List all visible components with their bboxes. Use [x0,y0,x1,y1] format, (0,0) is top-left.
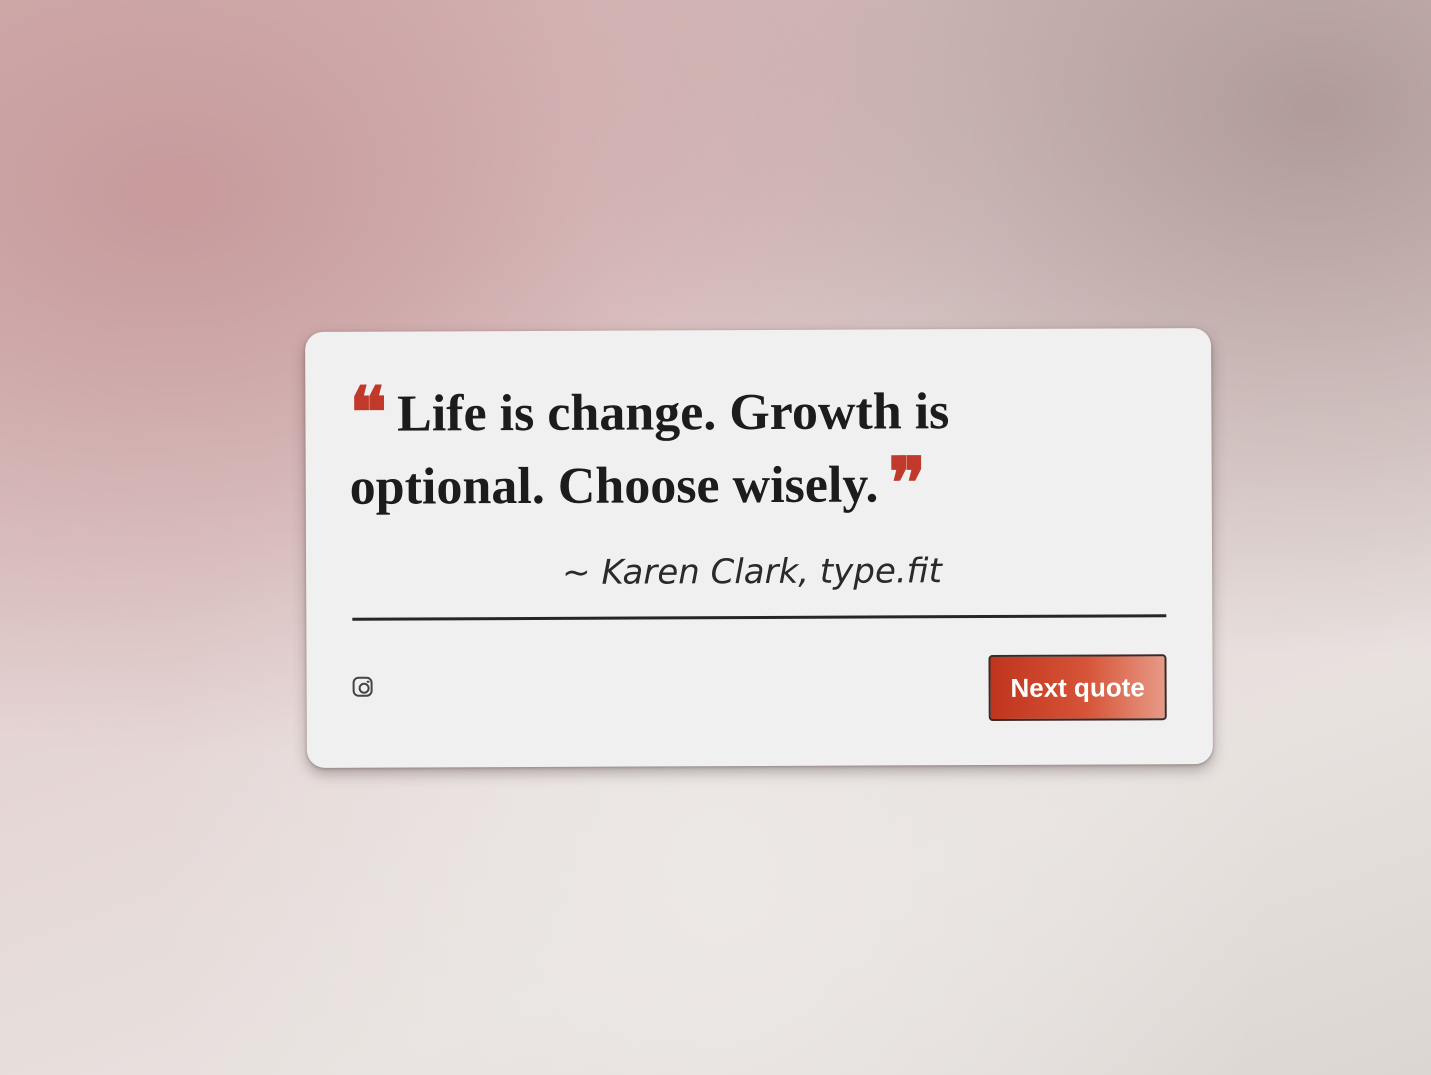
quote-text: Life is change. Growth is optional. Choo… [349,383,950,516]
close-quote-icon: ❞ [888,441,921,525]
quote-author: ~ Karen Clark, type.fit [562,551,943,593]
open-quote-icon: ❝ [349,370,382,454]
quote-text-block: ❝ Life is change. Growth is optional. Cho… [349,370,1090,525]
quote-card: ❝ Life is change. Growth is optional. Cho… [305,328,1213,768]
instagram-icon[interactable] [352,676,373,697]
divider [352,614,1167,621]
next-quote-button[interactable]: Next quote [988,654,1167,721]
